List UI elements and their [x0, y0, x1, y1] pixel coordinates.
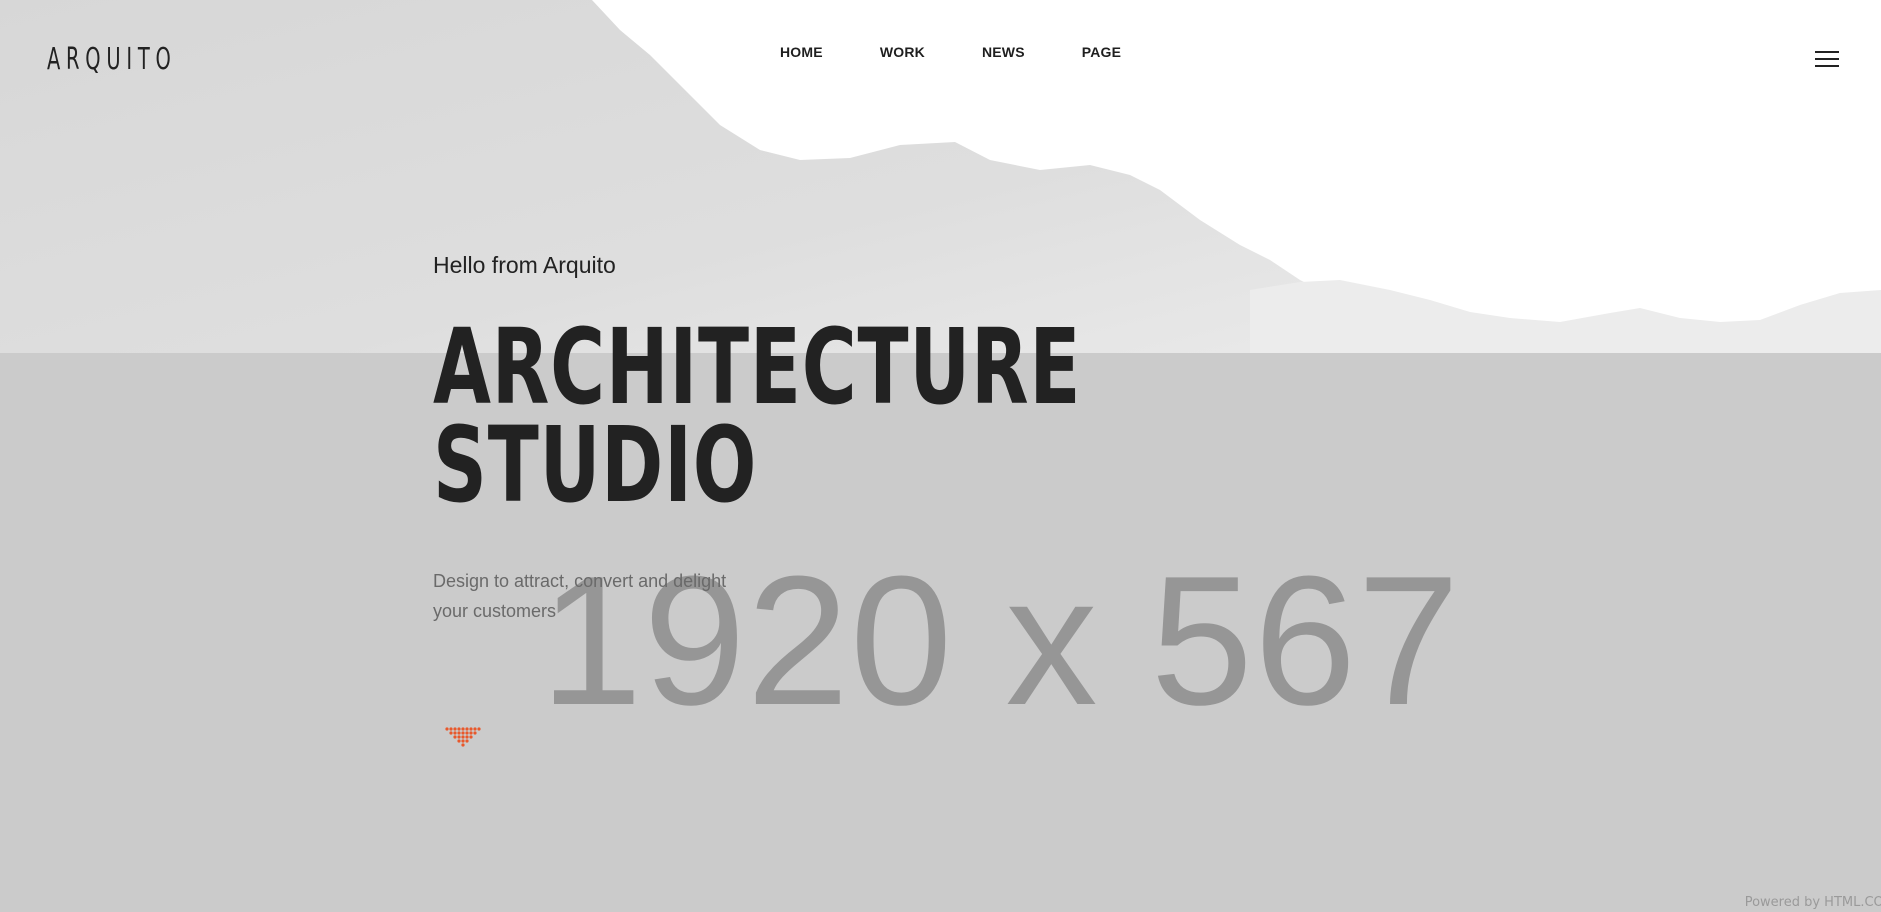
menu-line [1815, 51, 1839, 53]
hamburger-menu-icon[interactable] [1815, 51, 1839, 69]
nav-home[interactable]: HOME [780, 44, 823, 60]
hero-kicker: Hello from Arquito [433, 252, 616, 278]
hero-title-line-1: ARCHITECTURE [433, 306, 1082, 428]
hero-title: ARCHITECTURE STUDIO [433, 306, 1082, 526]
site-logo[interactable]: ARQUITO [47, 42, 177, 78]
main-nav: HOME WORK NEWS PAGE [780, 44, 1178, 60]
nav-work[interactable]: WORK [880, 44, 925, 60]
hero-section: Hello from Arquito ARCHITECTURE STUDIO D… [433, 250, 1081, 621]
menu-line [1815, 65, 1839, 67]
page: 1920 x 567 Powered by HTML.COM ARQUITO H… [0, 0, 1881, 912]
powered-by-label[interactable]: Powered by HTML.COM [1745, 895, 1881, 910]
dotted-down-arrow-icon[interactable] [443, 726, 483, 750]
menu-line [1815, 58, 1839, 60]
hero-title-line-2: STUDIO [433, 404, 758, 526]
nav-news[interactable]: NEWS [982, 44, 1025, 60]
hero-subtitle: Design to attract, convert and delight y… [433, 571, 727, 621]
nav-page[interactable]: PAGE [1082, 44, 1121, 60]
